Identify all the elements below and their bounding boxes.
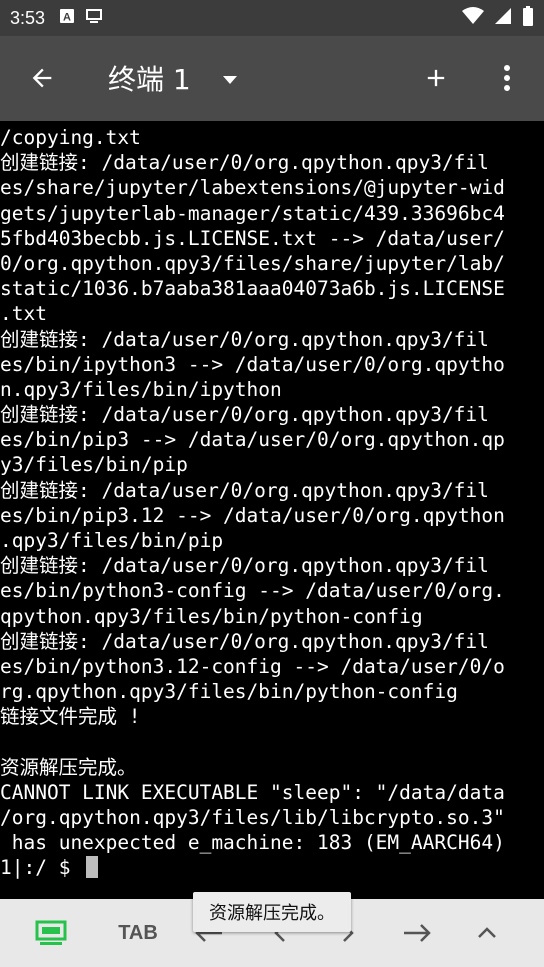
session-dropdown-button[interactable] <box>216 66 244 94</box>
terminal-line: /org.qpython.qpy3/files/lib/libcrypto.so… <box>0 806 505 830</box>
chevron-up-key[interactable] <box>464 899 510 967</box>
terminal-line: .qpy3/files/bin/pip <box>0 529 224 552</box>
status-icons <box>462 6 534 30</box>
terminal-line: 创建链接: /data/user/0/org.qpython.qpy3/fil <box>0 327 489 351</box>
arrow-right-long-icon <box>404 924 431 942</box>
more-options-button[interactable] <box>492 60 522 96</box>
back-button[interactable] <box>24 60 60 96</box>
terminal-line: n.qpy3/files/bin/ipython <box>0 377 282 401</box>
terminal-prompt-line: 1|:/ $ <box>0 855 544 880</box>
new-session-button[interactable] <box>418 60 454 96</box>
terminal-line: qpython.qpy3/files/bin/python-config <box>0 604 423 628</box>
session-title[interactable]: 终端 1 <box>108 58 191 98</box>
terminal-cursor <box>86 856 99 879</box>
terminal-line: static/1036.b7aaba381aaa04073a6b.js.LICE… <box>0 277 505 301</box>
terminal-line: 创建链接: /data/user/0/org.qpython.qpy3/fil <box>0 554 489 578</box>
font-a-icon: A <box>59 8 75 28</box>
terminal-line: /copying.txt <box>0 126 141 149</box>
terminal-prompt: 1|:/ $ <box>0 856 83 880</box>
terminal-line: 0/org.qpython.qpy3/files/share/jupyter/l… <box>0 251 505 275</box>
arrow-right-long-key[interactable] <box>392 899 442 967</box>
terminal-line: 创建链接: /data/user/0/org.qpython.qpy3/fil <box>0 151 489 175</box>
app-bar: 终端 1 <box>0 36 544 121</box>
plus-icon <box>427 69 445 87</box>
svg-text:A: A <box>63 12 71 24</box>
terminal-line: 创建链接: /data/user/0/org.qpython.qpy3/fil <box>0 629 489 653</box>
terminal-line: y3/files/bin/pip <box>0 453 188 477</box>
terminal-line: gets/jupyterlab-manager/static/439.33696… <box>0 201 505 225</box>
terminal-line: es/bin/ipython3 --> /data/user/0/org.qpy… <box>0 352 505 376</box>
terminal-line: es/bin/pip3.12 --> /data/user/0/org.qpyt… <box>0 503 505 527</box>
chevron-up-icon <box>478 927 496 938</box>
tab-key[interactable]: TAB <box>108 899 168 967</box>
terminal-line: CANNOT LINK EXECUTABLE "sleep": "/data/d… <box>0 780 505 804</box>
status-bar: 3:53 A <box>0 0 544 36</box>
terminal-line: es/bin/python3-config --> /data/user/0/o… <box>0 579 505 603</box>
keyboard-toggle-button[interactable] <box>20 899 82 967</box>
battery-icon <box>522 6 534 30</box>
terminal-line: 5fbd403becbb.js.LICENSE.txt --> /data/us… <box>0 226 505 250</box>
more-vert-icon <box>504 65 510 91</box>
terminal-line: .txt <box>0 302 47 326</box>
notification-icons: A <box>59 8 103 28</box>
signal-icon <box>494 7 512 29</box>
toast-message: 资源解压完成。 <box>193 892 351 932</box>
terminal-line: 资源解压完成。 <box>0 755 137 779</box>
wifi-icon <box>462 7 484 29</box>
status-time: 3:53 <box>10 7 46 28</box>
terminal-line: es/share/jupyter/labextensions/@jupyter-… <box>0 176 505 200</box>
terminal-line: 创建链接: /data/user/0/org.qpython.qpy3/fil <box>0 478 489 502</box>
terminal-line: es/bin/python3.12-config --> /data/user/… <box>0 654 505 678</box>
terminal-line: es/bin/pip3 --> /data/user/0/org.qpython… <box>0 428 505 452</box>
terminal-output[interactable]: /copying.txt 创建链接: /data/user/0/org.qpyth… <box>0 121 544 899</box>
screen-icon <box>85 8 103 28</box>
terminal-line: has unexpected e_machine: 183 (EM_AARCH6… <box>0 831 505 855</box>
keyboard-toggle-icon <box>35 920 67 945</box>
terminal-line: 创建链接: /data/user/0/org.qpython.qpy3/fil <box>0 403 489 427</box>
terminal-lines: /copying.txt 创建链接: /data/user/0/org.qpyth… <box>0 125 544 855</box>
caret-down-icon <box>223 76 237 84</box>
terminal-line: rg.qpython.qpy3/files/bin/python-config <box>0 680 458 704</box>
arrow-back-icon <box>32 68 52 88</box>
terminal-line: 链接文件完成 ! <box>0 705 141 729</box>
